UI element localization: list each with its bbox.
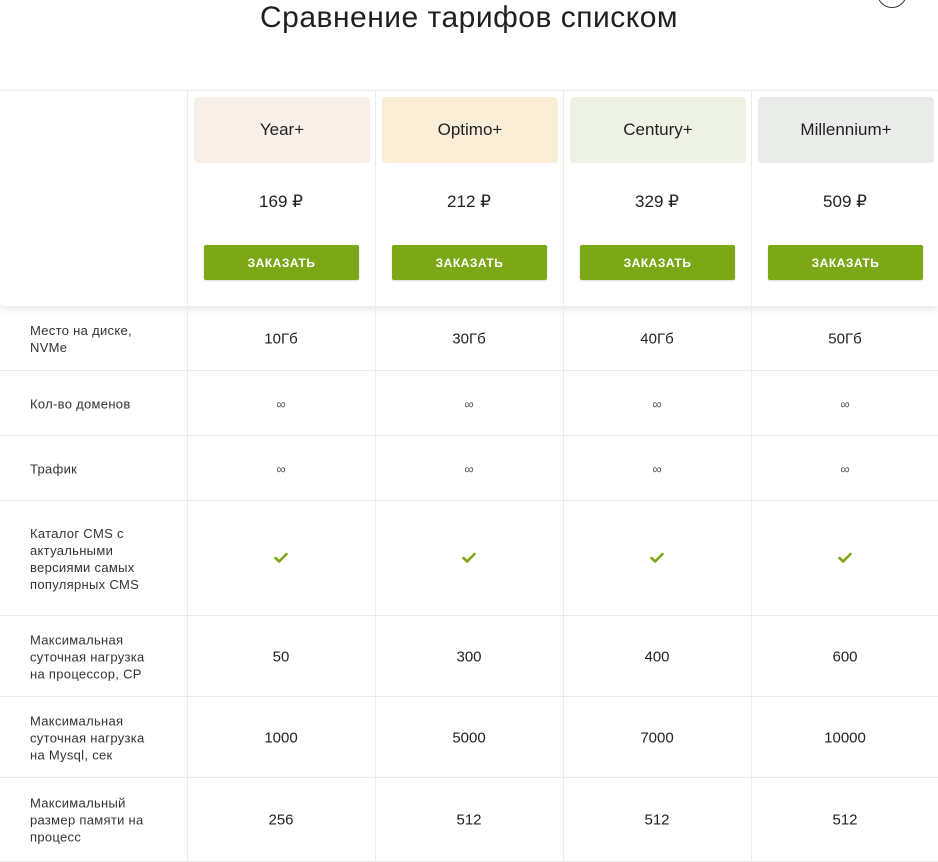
check-icon bbox=[751, 550, 938, 567]
check-icon bbox=[187, 550, 375, 567]
plan-price: 212 ₽ bbox=[447, 192, 491, 211]
plan-name: Optimo+ bbox=[437, 120, 503, 139]
feature-value: 256 bbox=[268, 811, 294, 829]
feature-label: Максимальная суточная нагрузка на процес… bbox=[30, 632, 145, 681]
feature-label: Место на диске, NVMe bbox=[30, 322, 132, 355]
feature-value: ∞ bbox=[276, 461, 286, 476]
feature-value: ∞ bbox=[464, 461, 474, 476]
page-title: Сравнение тарифов списком bbox=[259, 1, 678, 34]
feature-value: ∞ bbox=[652, 396, 662, 411]
feature-value: 7000 bbox=[640, 729, 674, 746]
feature-label: Кол-во доменов bbox=[30, 396, 131, 411]
order-button[interactable]: ЗАКАЗАТЬ bbox=[392, 245, 547, 280]
feature-label: Максимальная суточная нагрузка на Mysql,… bbox=[30, 713, 145, 762]
plan-price: 509 ₽ bbox=[823, 192, 867, 211]
feature-value: ∞ bbox=[652, 461, 662, 476]
feature-value: ∞ bbox=[464, 396, 474, 411]
feature-value: 5000 bbox=[452, 729, 486, 746]
order-button[interactable]: ЗАКАЗАТЬ bbox=[204, 245, 359, 280]
plan-name-card: Millennium+ bbox=[758, 97, 934, 163]
check-icon bbox=[563, 550, 751, 567]
feature-value: 300 bbox=[456, 648, 482, 665]
feature-value: 10Гб bbox=[264, 330, 298, 347]
feature-value: ∞ bbox=[840, 396, 850, 411]
plan-price: 329 ₽ bbox=[635, 192, 679, 211]
plan-name: Year+ bbox=[259, 120, 305, 139]
plan-name: Century+ bbox=[623, 120, 693, 139]
feature-value: 1000 bbox=[264, 729, 298, 746]
feature-label: Максимальный размер памяти на процесс bbox=[30, 795, 144, 845]
feature-value: 512 bbox=[644, 811, 670, 829]
plan-name: Millennium+ bbox=[800, 120, 892, 139]
plan-name-card: Century+ bbox=[570, 97, 746, 163]
feature-value: ∞ bbox=[840, 461, 850, 476]
feature-value: ∞ bbox=[276, 396, 286, 411]
feature-value: 512 bbox=[456, 811, 482, 829]
order-button[interactable]: ЗАКАЗАТЬ bbox=[580, 245, 735, 280]
feature-value: 10000 bbox=[824, 729, 866, 746]
feature-value: 50Гб bbox=[828, 330, 862, 347]
plan-price: 169 ₽ bbox=[259, 192, 303, 211]
feature-value: 30Гб bbox=[452, 330, 486, 347]
feature-value: 512 bbox=[832, 811, 858, 829]
feature-value: 40Гб bbox=[640, 330, 674, 347]
order-button[interactable]: ЗАКАЗАТЬ bbox=[768, 245, 923, 280]
feature-label: Трафик bbox=[30, 461, 78, 476]
plan-name-card: Year+ bbox=[194, 97, 370, 163]
feature-value: 50 bbox=[272, 648, 290, 665]
feature-value: 600 bbox=[832, 648, 858, 665]
plan-name-card: Optimo+ bbox=[382, 97, 558, 163]
check-icon bbox=[375, 550, 563, 567]
feature-label: Каталог CMS с актуальными версиями самых… bbox=[30, 525, 140, 592]
feature-value: 400 bbox=[644, 648, 670, 665]
